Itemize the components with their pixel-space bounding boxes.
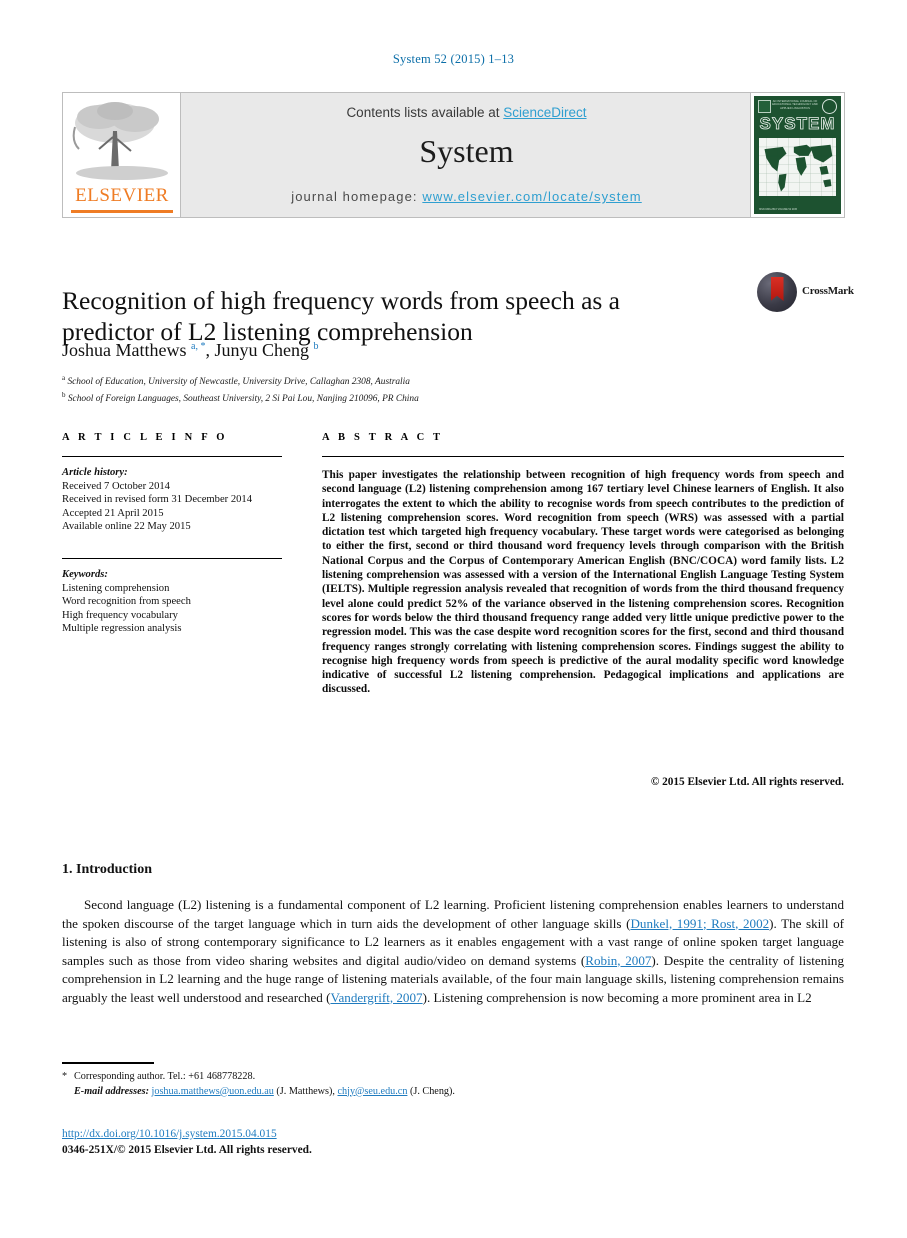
keyword-item: Word recognition from speech xyxy=(62,596,191,608)
crossmark-label: CrossMark xyxy=(802,285,854,297)
keyword-item: High frequency vocabulary xyxy=(62,609,178,621)
elsevier-wordmark: ELSEVIER xyxy=(75,185,169,206)
homepage-prefix: journal homepage: xyxy=(291,189,423,204)
article-history-item: Available online 22 May 2015 xyxy=(62,521,191,533)
issn-copyright-line: 0346-251X/© 2015 Elsevier Ltd. All right… xyxy=(62,1144,312,1156)
article-info-heading: A R T I C L E I N F O xyxy=(62,432,228,443)
citation-link[interactable]: Dunkel, 1991; Rost, 2002 xyxy=(630,916,769,931)
corresponding-author-note: * Corresponding author. Tel.: +61 4687782… xyxy=(62,1071,256,1082)
article-history-item: Accepted 21 April 2015 xyxy=(62,507,164,519)
cover-title: SYSTEM xyxy=(759,114,836,134)
journal-title: System xyxy=(419,133,514,169)
journal-masthead: ELSEVIER Contents lists available at Sci… xyxy=(62,92,845,218)
cover-issn-text: ISSN 0346-251X VOLUME 52 2015 xyxy=(759,207,798,211)
elsevier-rule xyxy=(71,210,173,213)
affiliation-item: a School of Education, University of New… xyxy=(62,374,410,388)
abstract-text: This paper investigates the relationship… xyxy=(322,469,844,696)
divider-footnote xyxy=(62,1062,154,1064)
contents-prefix: Contents lists available at xyxy=(346,105,504,120)
divider-article-info-mid xyxy=(62,558,282,559)
doi-link[interactable]: http://dx.doi.org/10.1016/j.system.2015.… xyxy=(62,1128,277,1140)
page-title: Recognition of high frequency words from… xyxy=(62,286,620,347)
email-label: E-mail addresses: xyxy=(74,1085,149,1097)
article-history-block: Article history: Received 7 October 2014 R… xyxy=(62,466,302,534)
cover-seal-icon xyxy=(822,99,837,114)
article-history-item: Received 7 October 2014 xyxy=(62,480,170,492)
crossmark-ribbon-icon xyxy=(770,277,784,301)
journal-banner: Contents lists available at ScienceDirec… xyxy=(180,92,751,218)
crossmark-circle-icon xyxy=(757,272,797,312)
paper-page: System 52 (2015) 1–13 ELSEVIER Contents … xyxy=(0,0,907,1238)
keyword-item: Multiple regression analysis xyxy=(62,623,182,635)
cover-artwork: AN INTERNATIONAL JOURNAL OF EDUCATIONAL … xyxy=(754,96,841,214)
abstract-copyright: © 2015 Elsevier Ltd. All rights reserved… xyxy=(650,776,844,788)
section-heading-introduction: 1. Introduction xyxy=(62,862,152,877)
email-link[interactable]: chjy@seu.edu.cn xyxy=(338,1086,408,1097)
keywords-block: Keywords: Listening comprehension Word rec… xyxy=(62,568,302,636)
elsevier-tree-icon xyxy=(72,102,168,180)
abstract-heading: A B S T R A C T xyxy=(322,432,444,443)
keyword-item: Listening comprehension xyxy=(62,582,170,594)
running-head: System 52 (2015) 1–13 xyxy=(392,52,515,66)
author-list: Joshua Matthews a, *, Junyu Cheng b xyxy=(62,340,319,360)
divider-article-info-top xyxy=(62,456,282,457)
sciencedirect-link[interactable]: ScienceDirect xyxy=(503,105,586,120)
citation-link[interactable]: Robin, 2007 xyxy=(585,953,651,968)
journal-cover-thumbnail: AN INTERNATIONAL JOURNAL OF EDUCATIONAL … xyxy=(751,92,845,218)
article-history-label: Article history: xyxy=(62,467,128,478)
homepage-line: journal homepage: www.elsevier.com/locat… xyxy=(181,189,752,204)
crossmark-badge[interactable]: CrossMark xyxy=(757,272,854,314)
divider-abstract-top xyxy=(322,456,844,457)
cover-subtitle: AN INTERNATIONAL JOURNAL OF EDUCATIONAL … xyxy=(772,100,818,110)
citation-link[interactable]: Vandergrift, 2007 xyxy=(330,990,422,1005)
email-note: E-mail addresses: joshua.matthews@uon.ed… xyxy=(74,1085,455,1097)
keywords-label: Keywords: xyxy=(62,569,108,580)
footnote-block: * Corresponding author. Tel.: +61 4687782… xyxy=(62,1070,702,1099)
email-link[interactable]: joshua.matthews@uon.edu.au xyxy=(152,1086,274,1097)
affiliation-item: b School of Foreign Languages, Southeast… xyxy=(62,390,419,404)
elsevier-logo-box: ELSEVIER xyxy=(62,92,180,218)
cover-world-map-icon xyxy=(759,138,836,196)
affiliation-list: a School of Education, University of New… xyxy=(62,372,762,405)
journal-homepage-link[interactable]: www.elsevier.com/locate/system xyxy=(422,189,641,204)
article-history-item: Received in revised form 31 December 201… xyxy=(62,494,253,506)
introduction-paragraph: Second language (L2) listening is a fund… xyxy=(62,897,844,1005)
contents-line: Contents lists available at ScienceDirec… xyxy=(181,105,752,120)
